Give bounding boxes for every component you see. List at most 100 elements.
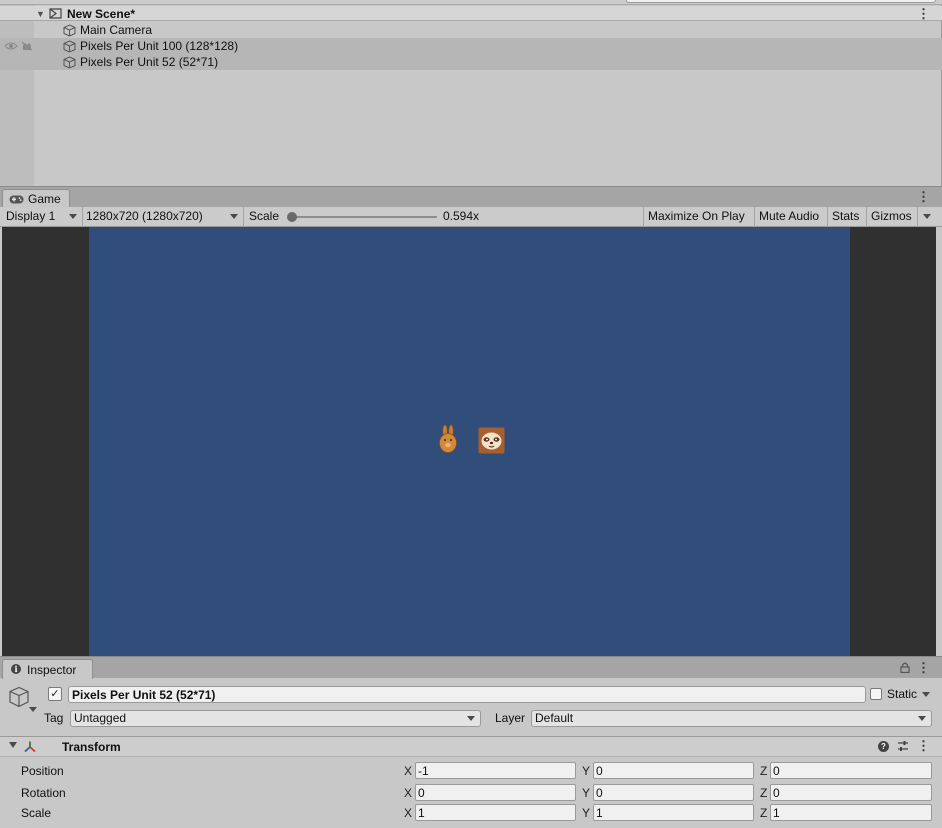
hand-icon[interactable] [21, 41, 33, 51]
tab-game[interactable]: Game [2, 189, 70, 208]
transform-rotation-row: Rotation X Y Z [0, 783, 942, 803]
scale-x-field[interactable] [415, 804, 576, 821]
game-view-canvas[interactable] [89, 227, 850, 656]
inspector-panel: i Inspector ⋮ ✓ Static Tag Untagged Laye… [0, 656, 942, 828]
rotation-y-field[interactable] [593, 784, 754, 801]
rotation-z-field[interactable] [770, 784, 932, 801]
transform-position-row: Position X Y Z [0, 761, 942, 781]
icon-picker-chevron-icon[interactable] [29, 707, 37, 712]
tab-inspector[interactable]: i Inspector [2, 659, 93, 679]
layer-label: Layer [495, 711, 526, 725]
gizmos-toggle[interactable]: Gizmos [871, 207, 912, 227]
position-z-field[interactable] [770, 762, 932, 779]
toolbar-divider [827, 207, 828, 227]
stats-toggle[interactable]: Stats [832, 207, 859, 227]
gizmos-dropdown-chevron-icon[interactable] [923, 214, 931, 219]
game-panel: Game ⋮ Display 1 1280x720 (1280x720) Sca… [0, 186, 942, 656]
toolbar-divider [866, 207, 867, 227]
toolbar-divider [243, 207, 244, 227]
axis-z-label[interactable]: Z [760, 806, 767, 820]
axis-x-label[interactable]: X [404, 764, 412, 778]
help-icon[interactable]: ? [878, 741, 889, 752]
tab-inspector-label: Inspector [27, 663, 77, 677]
resolution-dropdown[interactable]: 1280x720 (1280x720) [86, 207, 203, 227]
maximize-on-play-toggle[interactable]: Maximize On Play [648, 207, 745, 227]
position-label: Position [21, 764, 64, 778]
hierarchy-item-label: Pixels Per Unit 52 (52*71) [80, 55, 219, 69]
hierarchy-item-main-camera[interactable]: Main Camera [0, 22, 942, 38]
lock-icon[interactable] [900, 662, 910, 673]
chevron-down-icon[interactable] [69, 214, 77, 219]
scale-slider-thumb[interactable] [287, 212, 297, 222]
gameobject-cube-icon [63, 56, 76, 69]
static-label: Static [887, 687, 918, 701]
game-toolbar: Display 1 1280x720 (1280x720) Scale 0.59… [0, 207, 942, 227]
hierarchy-item-label: Pixels Per Unit 100 (128*128) [80, 39, 239, 53]
toolbar-divider [643, 207, 644, 227]
transform-component-header[interactable]: Transform ? ⋮ [0, 736, 942, 757]
position-x-field[interactable] [415, 762, 576, 779]
axis-y-label[interactable]: Y [582, 806, 590, 820]
transform-icon [24, 741, 36, 753]
hierarchy-item-ppu-100[interactable]: Pixels Per Unit 100 (128*128) [0, 38, 942, 54]
toolbar-divider [754, 207, 755, 227]
presets-icon[interactable] [897, 740, 909, 752]
position-y-field[interactable] [593, 762, 754, 779]
axis-y-label[interactable]: Y [582, 786, 590, 800]
scale-label: Scale [21, 806, 52, 820]
scale-y-field[interactable] [593, 804, 754, 821]
axis-z-label[interactable]: Z [760, 764, 767, 778]
active-checkbox[interactable]: ✓ [48, 687, 62, 701]
inspector-tab-bar: i Inspector ⋮ [0, 656, 942, 679]
hierarchy-panel: ▼ New Scene* ⋮ Main Camera Pixels Per Un… [0, 0, 942, 186]
tag-dropdown[interactable]: Untagged [70, 710, 481, 727]
layer-dropdown-value: Default [535, 711, 574, 725]
hierarchy-search-strip [0, 0, 942, 5]
gameobject-cube-icon[interactable] [8, 686, 30, 708]
scale-slider-track[interactable] [292, 216, 437, 218]
scale-z-field[interactable] [770, 804, 932, 821]
hierarchy-search-field[interactable] [626, 0, 936, 3]
inspector-menu-icon[interactable]: ⋮ [917, 660, 930, 676]
mute-audio-toggle[interactable]: Mute Audio [759, 207, 819, 227]
hierarchy-scene-row[interactable]: ▼ New Scene* ⋮ [0, 6, 942, 21]
gameobject-cube-icon [63, 24, 76, 37]
object-name-field[interactable] [68, 686, 866, 703]
layer-dropdown[interactable]: Default [531, 710, 932, 727]
info-icon: i [11, 664, 21, 674]
rotation-label: Rotation [21, 786, 66, 800]
rotation-x-field[interactable] [415, 784, 576, 801]
transform-foldout-arrow-icon[interactable] [9, 742, 17, 748]
axis-x-label[interactable]: X [404, 786, 412, 800]
display-dropdown[interactable]: Display 1 [6, 207, 55, 227]
axis-y-label[interactable]: Y [582, 764, 590, 778]
scene-icon [49, 8, 62, 19]
sloth-sprite [478, 427, 505, 454]
toolbar-divider [82, 207, 83, 227]
scene-foldout-arrow-icon[interactable]: ▼ [36, 6, 45, 22]
tag-dropdown-value: Untagged [74, 711, 127, 725]
component-menu-icon[interactable]: ⋮ [917, 738, 930, 754]
transform-title: Transform [62, 740, 121, 754]
game-tab-bar: Game ⋮ [0, 186, 942, 208]
chevron-down-icon [918, 716, 926, 721]
chevron-down-icon[interactable] [230, 214, 238, 219]
chevron-down-icon [467, 716, 475, 721]
eye-icon[interactable] [4, 41, 18, 51]
scene-title: New Scene* [67, 7, 136, 21]
gameobject-cube-icon [63, 40, 76, 53]
scale-label: Scale [249, 209, 280, 223]
hierarchy-item-label: Main Camera [80, 23, 153, 37]
hierarchy-item-ppu-52[interactable]: Pixels Per Unit 52 (52*71) [0, 54, 942, 70]
axis-x-label[interactable]: X [404, 806, 412, 820]
static-dropdown-chevron-icon[interactable] [922, 692, 930, 697]
bunny-sprite [439, 424, 457, 453]
scale-value: 0.594x [443, 209, 480, 223]
static-checkbox[interactable] [870, 688, 882, 700]
gamepad-icon [9, 195, 24, 204]
axis-z-label[interactable]: Z [760, 786, 767, 800]
scene-menu-icon[interactable]: ⋮ [917, 6, 930, 22]
toolbar-divider [917, 207, 918, 227]
game-menu-icon[interactable]: ⋮ [917, 189, 930, 205]
game-view-letterbox[interactable] [2, 227, 936, 656]
